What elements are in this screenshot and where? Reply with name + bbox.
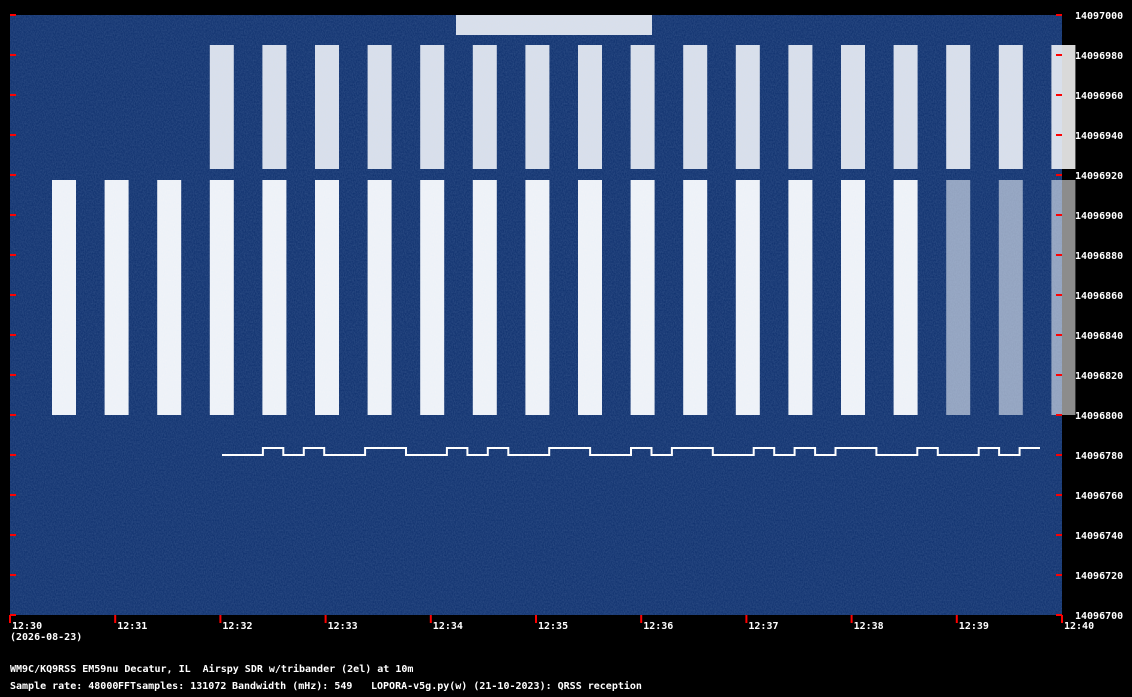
y-tick-label: 14097000 [1075,11,1123,22]
x-tick-label: 12:35 [538,621,568,632]
station-info: WM9C/KQ9RSS EM59nu Decatur, IL Airspy SD… [10,664,414,675]
x-tick-label: 12:30 [12,621,42,632]
x-tick-label: 12:32 [222,621,252,632]
y-tick-label: 14096880 [1075,251,1123,262]
y-tick-label: 14096900 [1075,211,1123,222]
y-tick-label: 14096860 [1075,291,1123,302]
x-axis: 12:30 12:31 12:32 12:33 12:34 12:35 12:36 12:37… [9,615,1094,632]
y-tick-label: 14096920 [1075,171,1123,182]
date-label: (2026-08-23) [10,632,83,643]
x-tick-label: 12:40 [1064,621,1094,632]
y-tick-label: 14096820 [1075,371,1123,382]
x-tick-label: 12:38 [854,621,884,632]
y-tick-label: 14096940 [1075,131,1123,142]
x-tick-label: 12:36 [643,621,673,632]
fft-samples: FFTsamples: 131072 [118,681,227,692]
software-info: LOPORA-v5g.py(w) (21-10-2023): QRSS rece… [371,681,642,692]
x-tick-label: 12:31 [117,621,147,632]
y-tick-label: 14096840 [1075,331,1123,342]
bandwidth: Bandwidth (mHz): 549 [232,681,353,692]
y-tick-label: 14096800 [1075,411,1123,422]
y-tick-label: 14096740 [1075,531,1123,542]
y-tick-label: 14096980 [1075,51,1123,62]
y-tick-label: 14096720 [1075,571,1123,582]
waterfall-noise [10,15,1062,615]
x-tick-label: 12:39 [959,621,989,632]
x-tick-label: 12:33 [328,621,358,632]
x-tick-label: 12:34 [433,621,463,632]
y-tick-label: 14096960 [1075,91,1123,102]
waterfall-plot: 14097000 14096980 14096960 14096940 14096920… [9,11,1123,632]
y-tick-label: 14096780 [1075,451,1123,462]
x-tick-label: 12:37 [748,621,778,632]
sample-rate: Sample rate: 48000 [10,681,119,692]
y-tick-label: 14096760 [1075,491,1123,502]
